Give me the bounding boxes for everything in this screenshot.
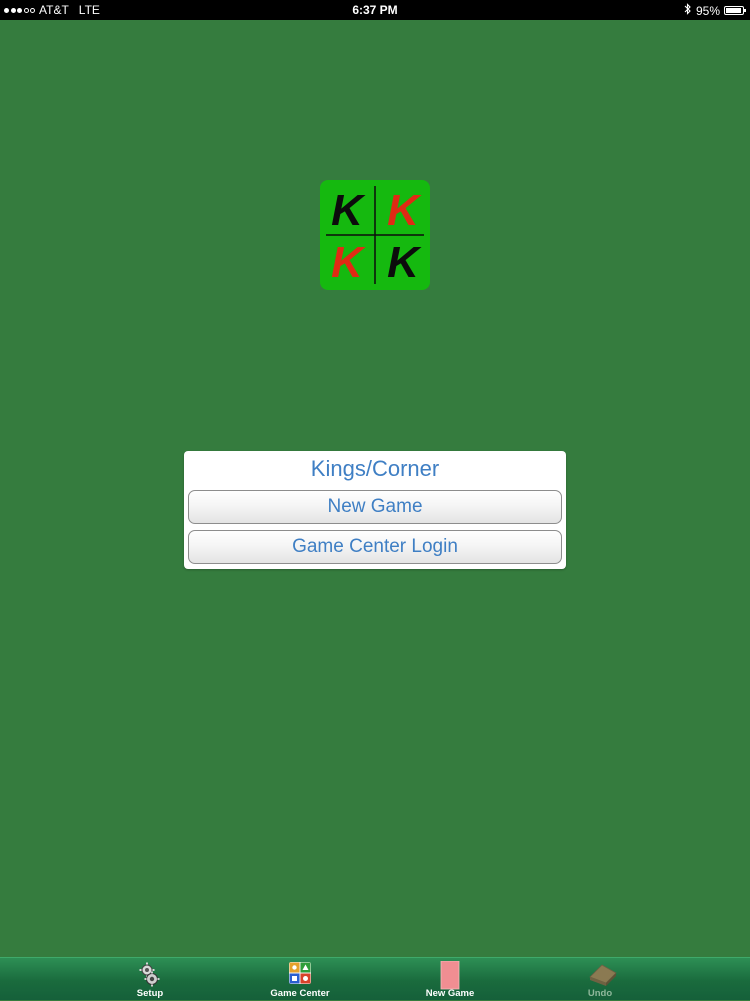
tab-game-center-label: Game Center (270, 988, 330, 999)
tab-setup[interactable]: Setup (90, 958, 210, 1001)
tab-new-game-label: New Game (425, 988, 475, 999)
logo-letter-bottom-left: K (331, 238, 363, 287)
tab-setup-label: Setup (136, 988, 164, 999)
tab-undo[interactable]: Undo (540, 958, 660, 1001)
status-bar: AT&T LTE 6:37 PM 95% (0, 0, 750, 20)
tab-undo-label: Undo (587, 988, 613, 999)
game-center-login-button[interactable]: Game Center Login (188, 530, 562, 564)
logo-letter-bottom-right: K (387, 238, 419, 287)
undo-card-icon (588, 961, 617, 987)
battery-icon (724, 6, 746, 15)
dialog-title: Kings/Corner (310, 456, 440, 481)
gear-icon (138, 961, 162, 987)
tab-new-game[interactable]: New Game (390, 958, 510, 1001)
bluetooth-icon (684, 3, 692, 18)
logo-letter-top-left: K (331, 186, 363, 235)
card-icon (438, 960, 462, 990)
logo-letter-top-right: K (387, 186, 419, 235)
new-game-button[interactable]: New Game (188, 490, 562, 524)
battery-fill (726, 8, 742, 13)
game-center-icon (288, 961, 312, 987)
battery-percent: 95% (695, 3, 720, 18)
app-logo-icon: K K K K (320, 180, 430, 290)
bottom-tab-bar: Setup Game Center New Game Undo (0, 957, 750, 1000)
tab-game-center[interactable]: Game Center (240, 958, 360, 1001)
status-time: 6:37 PM (352, 3, 398, 17)
status-right: 95% (684, 3, 746, 18)
main-menu-dialog: Kings/Corner New Game Game Center Login (184, 451, 566, 569)
